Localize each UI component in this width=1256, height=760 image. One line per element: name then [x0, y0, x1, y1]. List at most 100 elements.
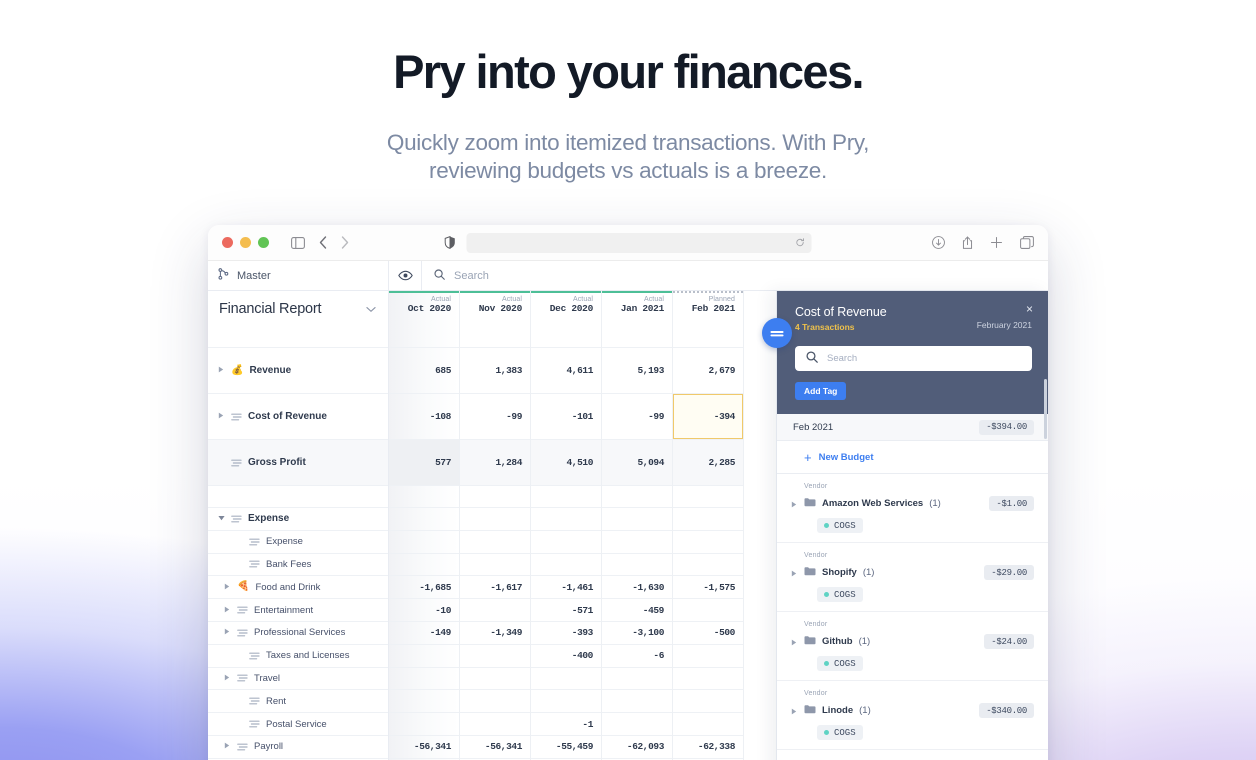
back-icon[interactable] — [319, 236, 327, 249]
expand-caret-icon[interactable] — [224, 583, 231, 592]
expand-caret-icon[interactable] — [218, 366, 225, 375]
value-cell[interactable]: 5,193 — [602, 348, 672, 394]
vendor-tag[interactable]: COGS — [817, 518, 863, 533]
value-cell[interactable]: -1,575 — [673, 576, 743, 600]
vendor-list-item[interactable]: Vendor Linode (1) -$340.00 COGS — [777, 681, 1048, 750]
report-row-label[interactable]: Rent — [208, 690, 388, 714]
value-cell[interactable]: 1,383 — [460, 348, 530, 394]
value-cell[interactable] — [673, 554, 743, 577]
value-cell[interactable] — [673, 599, 743, 622]
value-cell[interactable] — [531, 690, 601, 714]
value-cell[interactable]: 4,611 — [531, 348, 601, 394]
value-cell[interactable]: 2,679 — [673, 348, 743, 394]
value-cell[interactable]: -108 — [389, 394, 459, 440]
value-cell[interactable] — [389, 508, 459, 531]
value-cell[interactable]: -101 — [531, 394, 601, 440]
maximize-window-button[interactable] — [258, 237, 269, 248]
expand-caret-icon[interactable] — [224, 606, 231, 615]
value-cell[interactable]: -149 — [389, 622, 459, 645]
column-header[interactable]: Actual Dec 2020 — [531, 291, 601, 326]
share-icon[interactable] — [962, 235, 973, 250]
value-cell[interactable]: -1 — [531, 713, 601, 736]
value-cell[interactable]: -62,338 — [673, 736, 743, 759]
value-cell[interactable] — [673, 713, 743, 736]
report-row-label[interactable]: Travel — [208, 668, 388, 691]
value-cell[interactable]: -55,459 — [531, 736, 601, 759]
value-cell[interactable]: -10 — [389, 599, 459, 622]
value-cell[interactable] — [389, 645, 459, 668]
value-cell[interactable] — [389, 690, 459, 714]
branch-selector[interactable]: Master — [208, 261, 389, 290]
column-header[interactable]: Actual Jan 2021 — [602, 291, 672, 326]
add-tag-button[interactable]: Add Tag — [795, 382, 847, 400]
collapse-caret-icon[interactable] — [218, 515, 225, 523]
value-cell[interactable]: 4,510 — [531, 440, 601, 486]
value-cell[interactable]: -400 — [531, 645, 601, 668]
download-icon[interactable] — [932, 236, 945, 249]
value-cell[interactable] — [389, 713, 459, 736]
value-cell[interactable] — [602, 554, 672, 577]
budget-summary-row[interactable]: Feb 2021 -$394.00 — [777, 414, 1048, 441]
value-cell[interactable] — [673, 690, 743, 714]
value-cell[interactable] — [602, 508, 672, 531]
value-cell[interactable] — [460, 713, 530, 736]
drawer-scrollbar[interactable] — [1044, 379, 1047, 439]
value-cell[interactable]: -56,341 — [389, 736, 459, 759]
sidebar-icon[interactable] — [291, 236, 305, 249]
close-window-button[interactable] — [222, 237, 233, 248]
value-cell[interactable] — [460, 531, 530, 554]
value-cell[interactable]: -3,100 — [602, 622, 672, 645]
value-cell[interactable]: -1,617 — [460, 576, 530, 600]
value-cell[interactable] — [460, 690, 530, 714]
vendor-tag[interactable]: COGS — [817, 656, 863, 671]
value-cell[interactable] — [460, 645, 530, 668]
vendor-list-item[interactable]: Vendor Amazon Web Services (1) -$1.00 COGS — [777, 474, 1048, 543]
reload-icon[interactable] — [796, 238, 805, 247]
value-cell[interactable]: -99 — [602, 394, 672, 440]
value-cell[interactable]: 2,285 — [673, 440, 743, 486]
expand-caret-icon[interactable] — [791, 639, 797, 648]
value-cell[interactable] — [460, 599, 530, 622]
value-cell[interactable]: -1,630 — [602, 576, 672, 600]
new-budget-button[interactable]: + New Budget — [777, 441, 1048, 474]
value-cell[interactable]: -1,685 — [389, 576, 459, 600]
value-cell[interactable] — [602, 668, 672, 691]
value-cell[interactable] — [673, 668, 743, 691]
expand-caret-icon[interactable] — [224, 628, 231, 637]
minimize-window-button[interactable] — [240, 237, 251, 248]
value-cell[interactable] — [673, 508, 743, 531]
selected-value-cell[interactable]: -394 — [673, 394, 743, 440]
value-cell[interactable] — [673, 645, 743, 668]
value-cell[interactable]: 685 — [389, 348, 459, 394]
value-cell[interactable]: -459 — [602, 599, 672, 622]
value-cell[interactable] — [531, 554, 601, 577]
vendor-list-item[interactable]: Vendor Shopify (1) -$29.00 COGS — [777, 543, 1048, 612]
value-cell[interactable]: 5,094 — [602, 440, 672, 486]
close-icon[interactable]: × — [1026, 303, 1033, 315]
value-cell[interactable]: 1,284 — [460, 440, 530, 486]
vendor-tag[interactable]: COGS — [817, 725, 863, 740]
expand-caret-icon[interactable] — [791, 708, 797, 717]
report-title-bar[interactable]: Financial Report — [208, 291, 388, 326]
expand-caret-icon[interactable] — [791, 570, 797, 579]
value-cell[interactable] — [602, 690, 672, 714]
value-cell[interactable] — [389, 668, 459, 691]
value-cell[interactable] — [460, 668, 530, 691]
value-cell[interactable]: -62,093 — [602, 736, 672, 759]
report-row-label[interactable]: Expense — [208, 508, 388, 531]
value-cell[interactable]: -393 — [531, 622, 601, 645]
report-row-label[interactable]: Professional Services — [208, 622, 388, 645]
report-row-label[interactable]: Payroll — [208, 736, 388, 759]
report-row-label[interactable]: Entertainment — [208, 599, 388, 622]
value-cell[interactable]: -6 — [602, 645, 672, 668]
report-row-label[interactable]: 💰 Revenue — [208, 348, 388, 394]
value-cell[interactable]: -1,349 — [460, 622, 530, 645]
column-header[interactable]: Actual Oct 2020 — [389, 291, 459, 326]
value-cell[interactable]: -1,461 — [531, 576, 601, 600]
chevron-down-icon[interactable] — [366, 300, 376, 318]
vendor-list-item[interactable]: Vendor Github (1) -$24.00 COGS — [777, 612, 1048, 681]
value-cell[interactable] — [460, 554, 530, 577]
value-cell[interactable]: -99 — [460, 394, 530, 440]
report-row-label[interactable]: Postal Service — [208, 713, 388, 736]
value-cell[interactable] — [531, 531, 601, 554]
